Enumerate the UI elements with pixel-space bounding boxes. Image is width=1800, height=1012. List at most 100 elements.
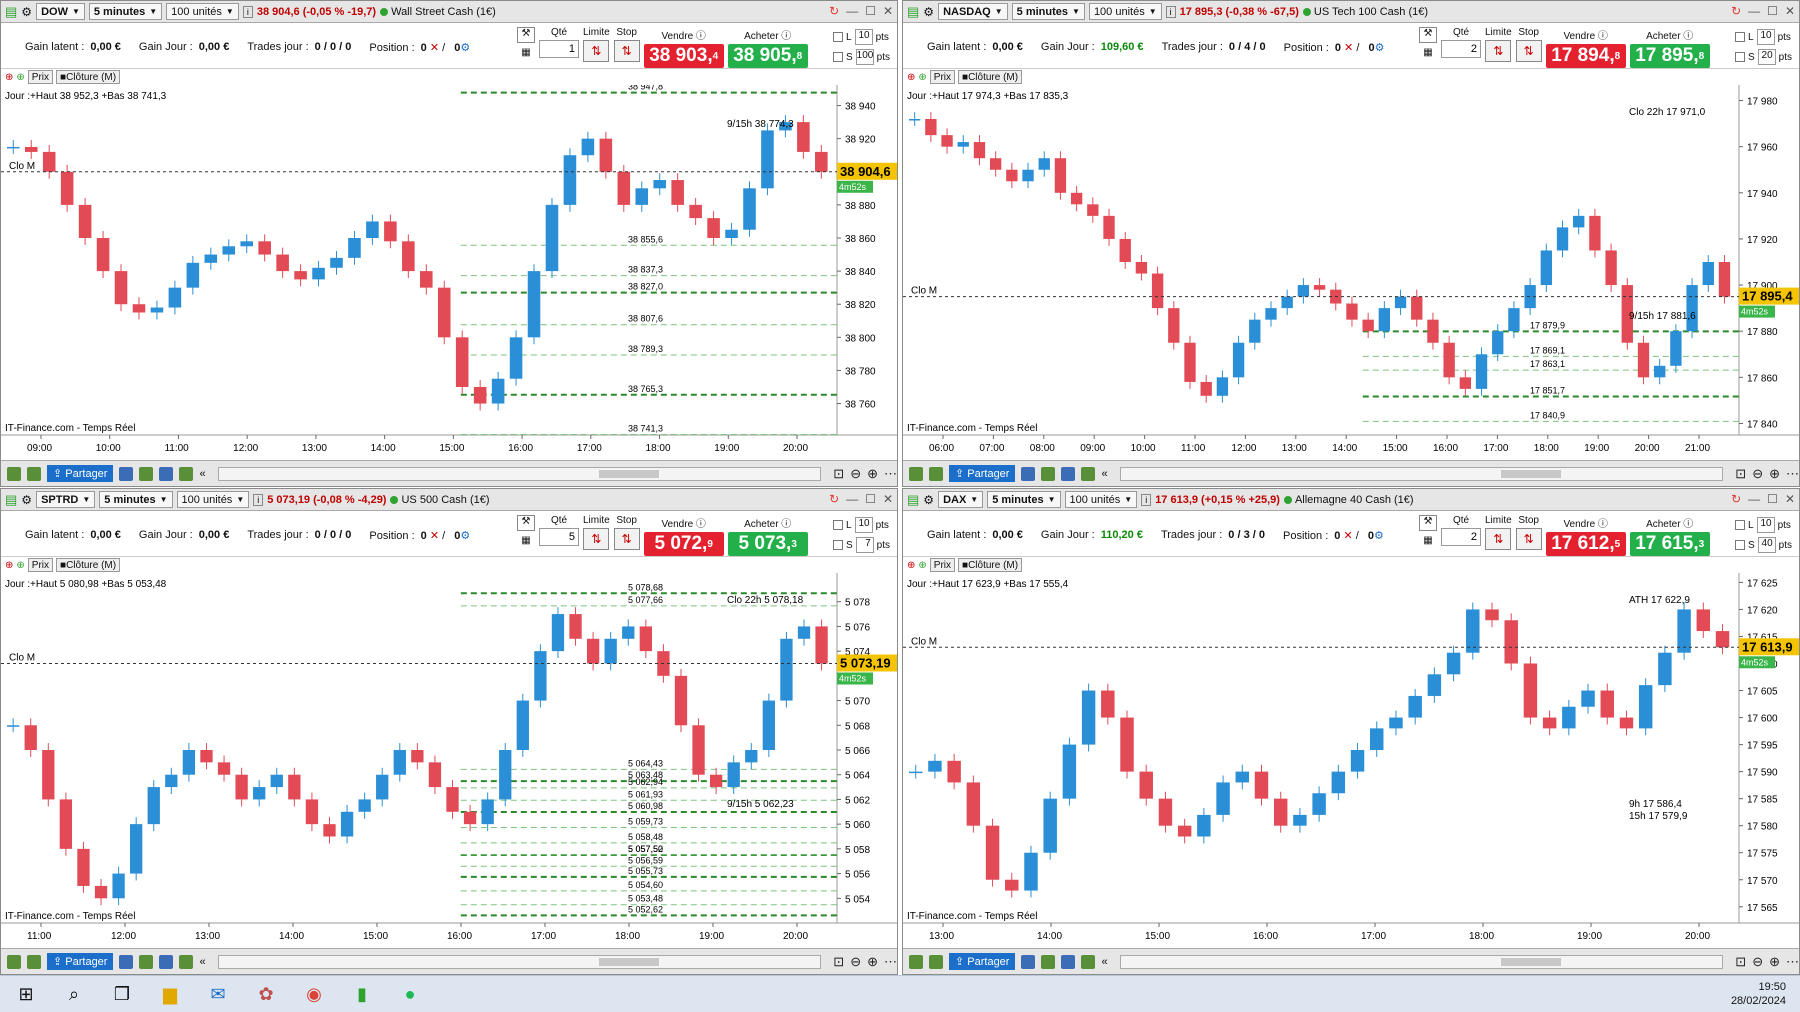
close-toggle[interactable]: ■ Clôture (M)	[56, 558, 121, 572]
minimize-icon[interactable]: —	[846, 4, 858, 18]
limit-order-button[interactable]: ⇅	[583, 40, 610, 62]
tool-a-icon[interactable]	[119, 954, 134, 969]
calc-icon[interactable]: ▦	[521, 47, 530, 58]
draw-tool-icon[interactable]	[7, 954, 21, 969]
tool-b-icon[interactable]	[139, 466, 154, 481]
l-checkbox[interactable]	[1735, 520, 1745, 530]
calc-icon[interactable]: ▦	[521, 535, 530, 546]
close-icon[interactable]: ✕	[883, 492, 893, 506]
calc-icon[interactable]: ▦	[1423, 535, 1432, 546]
price-toggle[interactable]: Prix	[929, 70, 956, 84]
scroll-left-icon[interactable]: «	[199, 468, 205, 480]
tool-d-icon[interactable]	[1081, 466, 1096, 481]
tool-a-icon[interactable]	[1021, 466, 1036, 481]
tool-c-icon[interactable]	[159, 954, 174, 969]
limit-order-button[interactable]: ⇅	[1485, 528, 1512, 550]
info-icon[interactable]: i	[242, 5, 253, 18]
tool-a-icon[interactable]	[119, 466, 134, 481]
chart-scrollbar[interactable]	[217, 954, 822, 969]
settings-icon[interactable]: ⚙	[1374, 530, 1384, 542]
l-points-input[interactable]: 10	[1756, 517, 1775, 533]
symbol-select[interactable]: SPTRD ▼	[36, 491, 96, 508]
price-toggle[interactable]: Prix	[27, 70, 54, 84]
price-chart[interactable]: 17 62517 62017 61517 61017 60517 60017 5…	[903, 573, 1799, 948]
close-toggle[interactable]: ■ Clôture (M)	[958, 70, 1023, 84]
price-toggle[interactable]: Prix	[929, 558, 956, 572]
price-toggle[interactable]: Prix	[27, 558, 54, 572]
refresh-icon[interactable]: ↻	[829, 4, 839, 18]
position-close-icon[interactable]: ✕	[430, 530, 439, 542]
tool-c-icon[interactable]	[1061, 954, 1076, 969]
info-icon[interactable]: i	[253, 493, 264, 506]
chart-scrollbar[interactable]	[1119, 466, 1724, 481]
tool-c-icon[interactable]	[159, 466, 174, 481]
share-button[interactable]: ⇪ Partager	[47, 465, 114, 482]
chart-scrollbar[interactable]	[217, 466, 822, 481]
draw-tool-icon[interactable]	[909, 466, 923, 481]
indicator-icon[interactable]: ⊕	[918, 560, 926, 571]
zoom-fit-icon[interactable]: ⊡	[1735, 954, 1746, 970]
tool-c-icon[interactable]	[1061, 466, 1076, 481]
timeframe-select[interactable]: 5 minutes ▼	[987, 491, 1061, 508]
settings-icon[interactable]: ⚙	[460, 530, 470, 542]
chart-scrollbar[interactable]	[1119, 954, 1724, 969]
calc-icon[interactable]: ▦	[1423, 47, 1432, 58]
more-icon[interactable]: ⋯	[1786, 954, 1799, 970]
add-icon[interactable]: ⊕	[5, 72, 13, 83]
price-chart[interactable]: 38 94038 92038 90038 88038 86038 84038 8…	[1, 85, 897, 460]
sell-button[interactable]: 5 072, 9	[643, 532, 724, 556]
s-checkbox[interactable]	[833, 540, 843, 550]
indicator-icon[interactable]: ⊕	[918, 72, 926, 83]
link-icon[interactable]: ⚙	[21, 493, 32, 507]
timeframe-select[interactable]: 5 minutes ▼	[99, 491, 173, 508]
tool-b-icon[interactable]	[139, 954, 154, 969]
close-icon[interactable]: ✕	[1785, 492, 1795, 506]
refresh-icon[interactable]: ↻	[1731, 4, 1741, 18]
s-points-input[interactable]: 100	[855, 49, 874, 65]
zoom-out-icon[interactable]: ⊖	[850, 954, 861, 970]
zoom-out-icon[interactable]: ⊖	[1752, 466, 1763, 482]
zoom-in-icon[interactable]: ⊕	[867, 466, 878, 482]
qty-input[interactable]	[539, 528, 579, 546]
units-select[interactable]: 100 unités ▼	[1064, 491, 1138, 508]
l-checkbox[interactable]	[833, 32, 843, 42]
chart-type-icon[interactable]	[27, 466, 41, 481]
link-icon[interactable]: ⚙	[923, 493, 934, 507]
scroll-left-icon[interactable]: «	[1101, 468, 1107, 480]
refresh-icon[interactable]: ↻	[829, 492, 839, 506]
stop-order-button[interactable]: ⇅	[1515, 528, 1542, 550]
zoom-in-icon[interactable]: ⊕	[867, 954, 878, 970]
maximize-icon[interactable]: ☐	[1767, 492, 1778, 506]
scroll-left-icon[interactable]: «	[199, 956, 205, 968]
sell-button[interactable]: 38 903, 4	[643, 44, 724, 68]
close-toggle[interactable]: ■ Clôture (M)	[56, 70, 121, 84]
task-view-icon[interactable]: ❐	[110, 982, 134, 1006]
info-icon[interactable]: i	[1165, 5, 1176, 18]
buy-button[interactable]: 17 895, 8	[1629, 44, 1710, 68]
position-close-icon[interactable]: ✕	[1343, 530, 1352, 542]
s-points-input[interactable]: 40	[1757, 537, 1776, 553]
draw-tool-icon[interactable]	[7, 466, 21, 481]
tool-icon[interactable]: ⚒	[517, 27, 535, 43]
tool-d-icon[interactable]	[179, 466, 194, 481]
info-icon[interactable]: i	[1141, 493, 1152, 506]
l-points-input[interactable]: 10	[1756, 29, 1775, 45]
l-checkbox[interactable]	[833, 520, 843, 530]
s-checkbox[interactable]	[1735, 540, 1745, 550]
s-points-input[interactable]: 7	[855, 537, 874, 553]
stop-order-button[interactable]: ⇅	[613, 528, 640, 550]
qty-input[interactable]	[1441, 40, 1481, 58]
sell-button[interactable]: 17 894, 8	[1545, 44, 1626, 68]
add-icon[interactable]: ⊕	[907, 560, 915, 571]
settings-icon[interactable]: ⚙	[460, 42, 470, 54]
more-icon[interactable]: ⋯	[1786, 466, 1799, 482]
tool-b-icon[interactable]	[1041, 466, 1056, 481]
buy-button[interactable]: 17 615, 3	[1629, 532, 1710, 556]
tool-a-icon[interactable]	[1021, 954, 1036, 969]
tool-icon[interactable]: ⚒	[1419, 27, 1437, 43]
timeframe-select[interactable]: 5 minutes ▼	[88, 3, 163, 20]
close-icon[interactable]: ✕	[1785, 4, 1795, 18]
zoom-fit-icon[interactable]: ⊡	[833, 954, 844, 970]
symbol-select[interactable]: NASDAQ ▼	[938, 3, 1008, 20]
app-icon[interactable]: ✿	[254, 982, 278, 1006]
